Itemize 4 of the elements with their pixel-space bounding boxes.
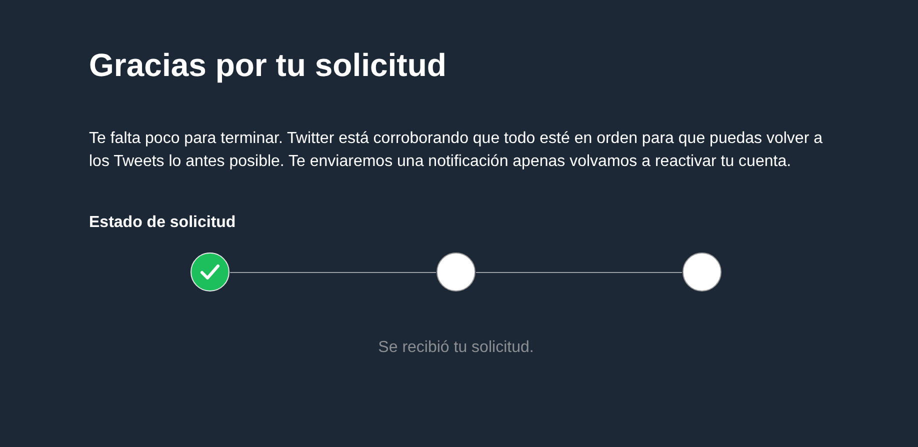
message-paragraph: Te falta poco para terminar. Twitter está corroborando que todo esté en orden para que puedas volver a los Tweets lo antes posible. Te enviaremos una notificación apenas volvamos a reactivar tu cuenta. xyxy=(89,129,824,172)
status-heading: Estado de solicitud xyxy=(89,213,237,233)
page-title: Gracias por tu solicitud xyxy=(89,46,448,85)
status-caption: Se recibió tu solicitud. xyxy=(377,338,535,358)
